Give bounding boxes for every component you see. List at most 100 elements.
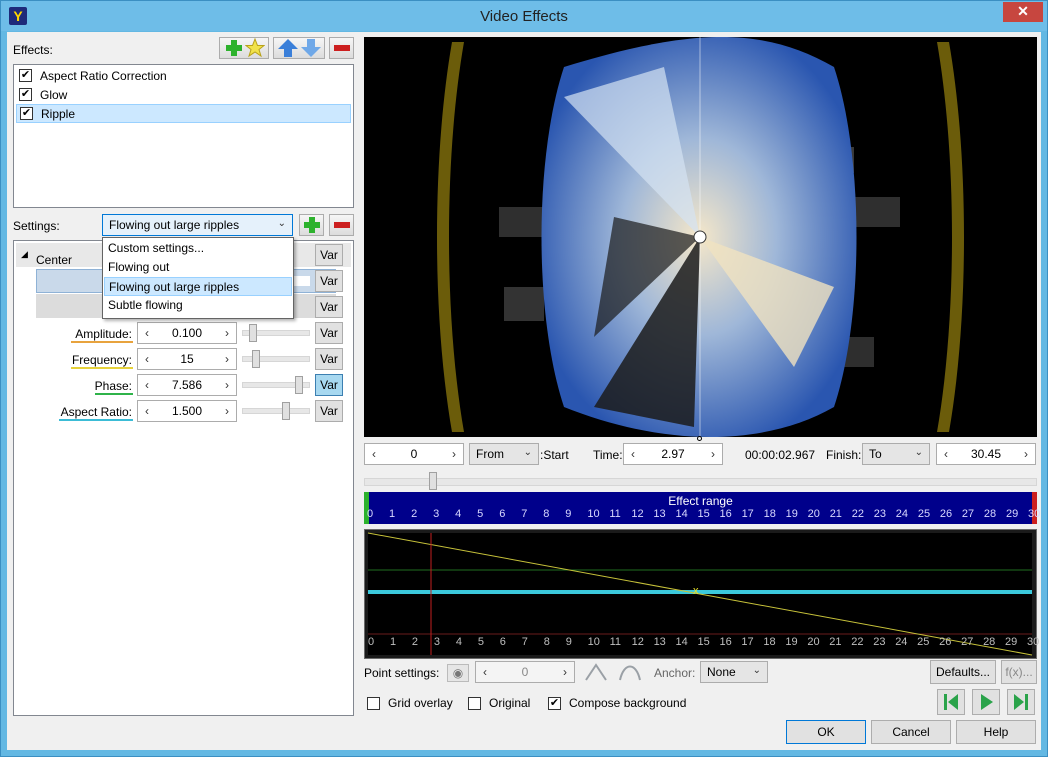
- compose-background-option[interactable]: ✔ Compose background: [548, 696, 686, 710]
- anchor-select[interactable]: None ⌄: [700, 661, 768, 683]
- fx-button[interactable]: f(x)...: [1001, 660, 1037, 684]
- effect-range-tick-label: 28: [983, 508, 997, 520]
- amplitude-slider-thumb[interactable]: [249, 324, 257, 342]
- settings-option-custom[interactable]: Custom settings...: [104, 239, 292, 258]
- window-title: Video Effects: [480, 8, 568, 25]
- decrement-icon[interactable]: ‹: [624, 444, 642, 464]
- add-effect-button[interactable]: [219, 37, 269, 59]
- phase-slider-thumb[interactable]: [295, 376, 303, 394]
- time-spinner[interactable]: ‹ 2.97 ›: [623, 443, 723, 465]
- effect-item-ripple[interactable]: ✔ Ripple: [16, 104, 351, 123]
- settings-option-flowing-out[interactable]: Flowing out: [104, 258, 292, 277]
- phase-color-underline: [95, 393, 133, 395]
- effect-checkbox[interactable]: ✔: [19, 88, 32, 101]
- compose-background-checkbox[interactable]: ✔: [548, 696, 561, 710]
- point-type-toggle-icon[interactable]: ◉: [447, 664, 469, 682]
- effect-checkbox[interactable]: ✔: [20, 107, 33, 120]
- decrement-icon[interactable]: ‹: [937, 444, 955, 464]
- close-button[interactable]: ✕: [1003, 2, 1043, 22]
- curve-peak-icon[interactable]: [584, 662, 608, 682]
- aspect-ratio-slider-thumb[interactable]: [282, 402, 290, 420]
- increment-icon[interactable]: ›: [218, 349, 236, 369]
- frequency-var-button[interactable]: Var: [315, 348, 343, 370]
- grid-overlay-checkbox[interactable]: [367, 696, 380, 710]
- remove-setting-button[interactable]: [329, 214, 354, 236]
- phase-label: Phase:: [94, 379, 132, 393]
- video-preview[interactable]: [364, 37, 1037, 437]
- effect-range-tick-label: 15: [697, 508, 710, 520]
- decrement-icon[interactable]: ‹: [138, 349, 156, 369]
- settings-select[interactable]: Flowing out large ripples ⌄: [102, 214, 293, 236]
- graph-tick-label: 18: [763, 636, 776, 648]
- frequency-spinner[interactable]: ‹ 15 ›: [137, 348, 237, 370]
- amplitude-var-button[interactable]: Var: [315, 322, 343, 344]
- minus-icon: [333, 45, 350, 51]
- effect-checkbox[interactable]: ✔: [19, 69, 32, 82]
- add-setting-button[interactable]: [299, 214, 324, 236]
- arrow-up-icon[interactable]: [277, 38, 299, 58]
- center-x-var-button[interactable]: Var: [315, 270, 343, 292]
- move-effect-buttons[interactable]: [273, 37, 325, 59]
- preview-anchor-point[interactable]: [697, 436, 702, 441]
- effect-range-tick-label: 13: [653, 508, 666, 520]
- increment-icon[interactable]: ›: [218, 401, 236, 421]
- frequency-slider-thumb[interactable]: [252, 350, 260, 368]
- effect-item-aspect-ratio[interactable]: ✔ Aspect Ratio Correction: [16, 66, 351, 85]
- decrement-icon[interactable]: ‹: [365, 444, 383, 464]
- defaults-button[interactable]: Defaults...: [930, 660, 996, 684]
- arrow-down-icon[interactable]: [300, 38, 322, 58]
- phase-spinner[interactable]: ‹ 7.586 ›: [137, 374, 237, 396]
- time-position-slider[interactable]: [364, 478, 1037, 486]
- time-position-thumb[interactable]: [429, 472, 437, 490]
- center-var-button[interactable]: Var: [315, 244, 343, 266]
- start-label: :Start: [540, 448, 569, 462]
- decrement-icon[interactable]: ‹: [138, 323, 156, 343]
- finish-spinner[interactable]: ‹ 30.45 ›: [936, 443, 1036, 465]
- decrement-icon[interactable]: ‹: [138, 375, 156, 395]
- amplitude-spinner[interactable]: ‹ 0.100 ›: [137, 322, 237, 344]
- effect-range-tick-label: 22: [851, 508, 864, 520]
- help-button[interactable]: Help: [956, 720, 1036, 744]
- graph-tick-label: 8: [543, 636, 550, 648]
- go-to-end-button[interactable]: [1007, 689, 1035, 715]
- graph-tick-label: 17: [741, 636, 754, 648]
- increment-icon[interactable]: ›: [445, 444, 463, 464]
- increment-icon[interactable]: ›: [704, 444, 722, 464]
- decrement-icon[interactable]: ‹: [138, 401, 156, 421]
- add-icon: [303, 217, 320, 233]
- effect-item-glow[interactable]: ✔ Glow: [16, 85, 351, 104]
- settings-option-flowing-out-large[interactable]: Flowing out large ripples: [104, 277, 292, 296]
- from-select[interactable]: From ⌄: [469, 443, 539, 465]
- skip-end-icon: [1014, 694, 1028, 710]
- effect-item-label: Ripple: [41, 106, 76, 121]
- increment-icon[interactable]: ›: [556, 662, 574, 682]
- effect-range-tick-label: 25: [917, 508, 931, 520]
- increment-icon[interactable]: ›: [218, 375, 236, 395]
- settings-option-subtle-flowing[interactable]: Subtle flowing: [104, 296, 292, 315]
- original-option[interactable]: Original: [468, 696, 530, 710]
- graph-point-marker[interactable]: x: [693, 585, 699, 597]
- cancel-button[interactable]: Cancel: [871, 720, 951, 744]
- center-x-field[interactable]: [294, 276, 310, 286]
- to-select[interactable]: To ⌄: [862, 443, 930, 465]
- collapse-triangle-icon[interactable]: ◢: [21, 249, 28, 260]
- phase-var-button[interactable]: Var: [315, 374, 343, 396]
- point-value-spinner[interactable]: ‹ 0 ›: [475, 661, 575, 683]
- play-button[interactable]: [972, 689, 1000, 715]
- original-checkbox[interactable]: [468, 696, 481, 710]
- aspect-ratio-slider[interactable]: [242, 408, 310, 414]
- go-to-start-button[interactable]: [937, 689, 965, 715]
- effect-range-timeline[interactable]: Effect range 0 1 2 3 4 5 6 7 8 9 10 11 12 13 14 15 16 17 1…: [364, 492, 1040, 524]
- center-y-var-button[interactable]: Var: [315, 296, 343, 318]
- ok-button[interactable]: OK: [786, 720, 866, 744]
- decrement-icon[interactable]: ‹: [476, 662, 494, 682]
- frame-spinner[interactable]: ‹ 0 ›: [364, 443, 464, 465]
- grid-overlay-option[interactable]: Grid overlay: [367, 696, 453, 710]
- aspect-ratio-var-button[interactable]: Var: [315, 400, 343, 422]
- remove-effect-button[interactable]: [329, 37, 354, 59]
- aspect-ratio-spinner[interactable]: ‹ 1.500 ›: [137, 400, 237, 422]
- increment-icon[interactable]: ›: [218, 323, 236, 343]
- increment-icon[interactable]: ›: [1017, 444, 1035, 464]
- curve-smooth-icon[interactable]: [618, 662, 642, 682]
- parameter-graph[interactable]: x 0 1 2 3 4 5 6 7 8 9 10 11 12 13 14 15 16 17 18 19 20 21 22 23…: [364, 529, 1039, 659]
